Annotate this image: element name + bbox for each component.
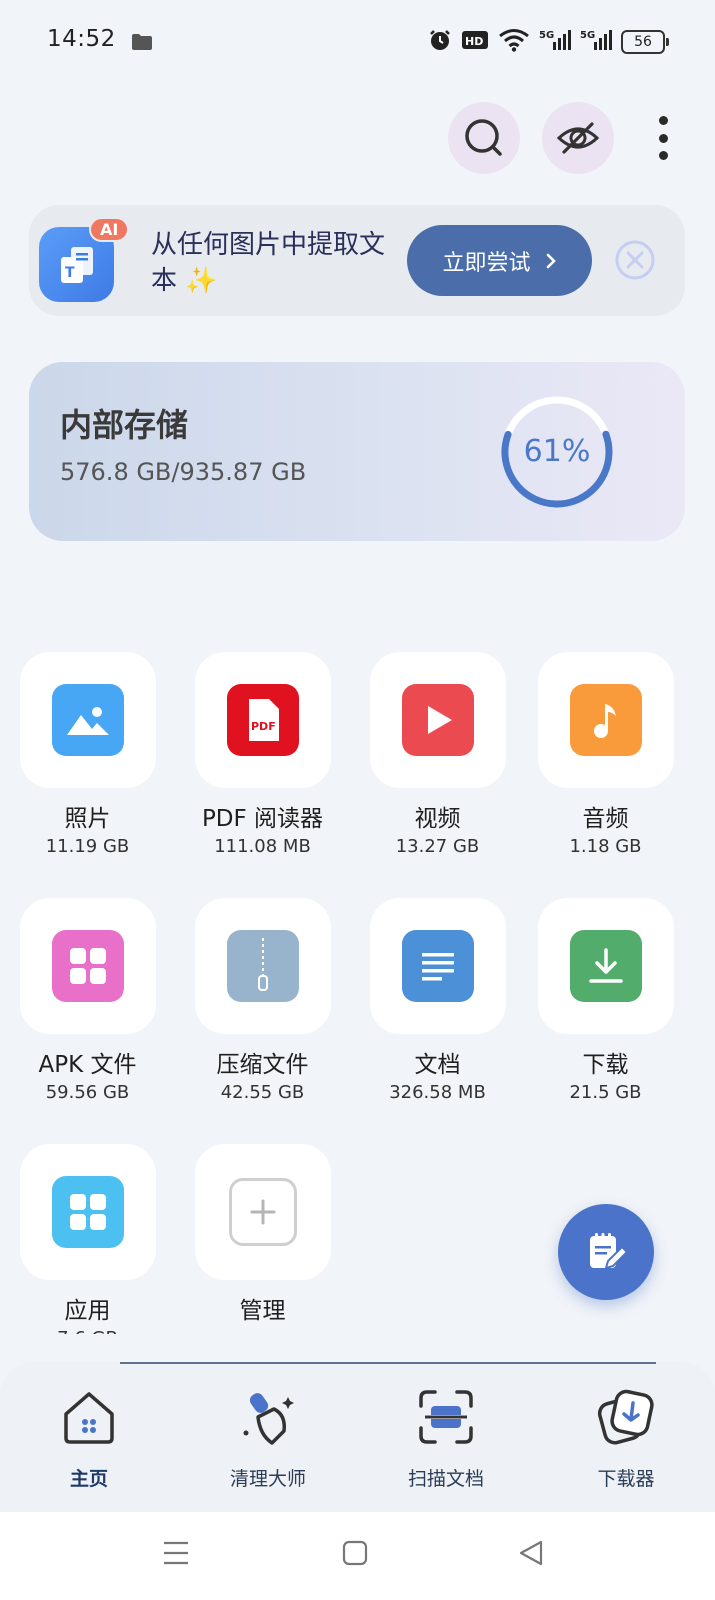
- downloader-icon: [566, 1384, 686, 1450]
- storage-size: 576.8 GB/935.87 GB: [60, 458, 307, 486]
- chevron-right-icon: [546, 253, 556, 268]
- search-icon: [465, 119, 502, 156]
- category-archives[interactable]: 压缩文件 42.55 GB: [185, 898, 340, 1106]
- home-button[interactable]: [342, 1540, 368, 1570]
- apps-grid-icon: [51, 1176, 124, 1248]
- category-audio[interactable]: 音频 1.18 GB: [528, 652, 683, 860]
- square-icon: [342, 1540, 368, 1566]
- system-navigation-bar: [0, 1512, 715, 1600]
- nav-divider: [120, 1362, 656, 1364]
- scan-icon: [386, 1384, 506, 1450]
- hide-files-button[interactable]: [542, 102, 614, 174]
- add-icon: [228, 1178, 297, 1246]
- download-icon: [569, 930, 642, 1002]
- zip-icon: [226, 930, 299, 1002]
- eye-off-icon: [556, 122, 600, 154]
- nav-home[interactable]: 主页: [29, 1384, 149, 1491]
- internal-storage-card[interactable]: 内部存储 576.8 GB/935.87 GB 61%: [29, 362, 685, 541]
- status-bar: 14:52 HD 5G 5G 56: [0, 0, 715, 84]
- note-edit-icon: [590, 1233, 629, 1270]
- storage-title: 内部存储: [60, 406, 189, 444]
- category-manage[interactable]: 管理: [185, 1144, 340, 1326]
- pdf-icon: PDF: [226, 684, 299, 756]
- music-note-icon: [569, 684, 642, 756]
- svg-text:HD: HD: [465, 35, 483, 48]
- folder-icon: [131, 33, 153, 55]
- category-apps[interactable]: 应用 7.6 GB: [10, 1144, 165, 1334]
- banner-text: 从任何图片中提取文本 ✨: [151, 230, 386, 296]
- close-icon: [615, 240, 655, 280]
- nav-downloader[interactable]: 下载器: [566, 1384, 686, 1491]
- category-photos[interactable]: 照片 11.19 GB: [10, 652, 165, 860]
- category-apk-files[interactable]: APK 文件 59.56 GB: [10, 898, 165, 1106]
- recent-apps-button[interactable]: [162, 1540, 190, 1570]
- hd-icon: HD: [461, 29, 489, 55]
- storage-percent: 61%: [523, 434, 591, 469]
- signal-5g-icon: 5G: [539, 28, 571, 56]
- category-videos[interactable]: 视频 13.27 GB: [360, 652, 515, 860]
- category-downloads[interactable]: 下载 21.5 GB: [528, 898, 683, 1106]
- status-time: 14:52: [47, 26, 116, 52]
- play-icon: [401, 684, 474, 756]
- nav-cleaner[interactable]: 清理大师: [208, 1384, 328, 1491]
- menu-lines-icon: [164, 1541, 188, 1565]
- close-banner-button[interactable]: [615, 240, 655, 280]
- ai-badge: AI: [89, 217, 130, 242]
- bottom-navigation: 主页 清理大师 扫描文档 下载器: [0, 1362, 715, 1512]
- alarm-icon: [428, 28, 452, 56]
- more-options-icon[interactable]: [653, 116, 673, 160]
- category-documents[interactable]: 文档 326.58 MB: [360, 898, 515, 1106]
- nav-scan-document[interactable]: 扫描文档: [386, 1384, 506, 1491]
- try-now-button[interactable]: 立即尝试: [407, 225, 592, 296]
- back-triangle-icon: [519, 1540, 543, 1566]
- home-icon: [29, 1384, 149, 1450]
- wifi-icon: [498, 28, 530, 56]
- battery-icon: 56: [621, 30, 669, 54]
- apk-grid-icon: [51, 930, 124, 1002]
- svg-text:5G: 5G: [580, 30, 595, 41]
- category-pdf-reader[interactable]: PDF PDF 阅读器 111.08 MB: [185, 652, 340, 860]
- try-now-label: 立即尝试: [442, 249, 531, 275]
- svg-text:T: T: [65, 265, 75, 281]
- document-lines-icon: [401, 930, 474, 1002]
- photo-icon: [51, 684, 124, 756]
- search-button[interactable]: [448, 102, 520, 174]
- ai-ocr-banner: T AI 从任何图片中提取文本 ✨ 立即尝试: [29, 205, 685, 316]
- back-button[interactable]: [518, 1539, 544, 1571]
- notes-fab-button[interactable]: [558, 1204, 654, 1300]
- svg-text:PDF: PDF: [251, 720, 276, 733]
- svg-text:5G: 5G: [539, 30, 554, 41]
- signal-5g-icon: 5G: [580, 28, 612, 56]
- broom-icon: [208, 1384, 328, 1450]
